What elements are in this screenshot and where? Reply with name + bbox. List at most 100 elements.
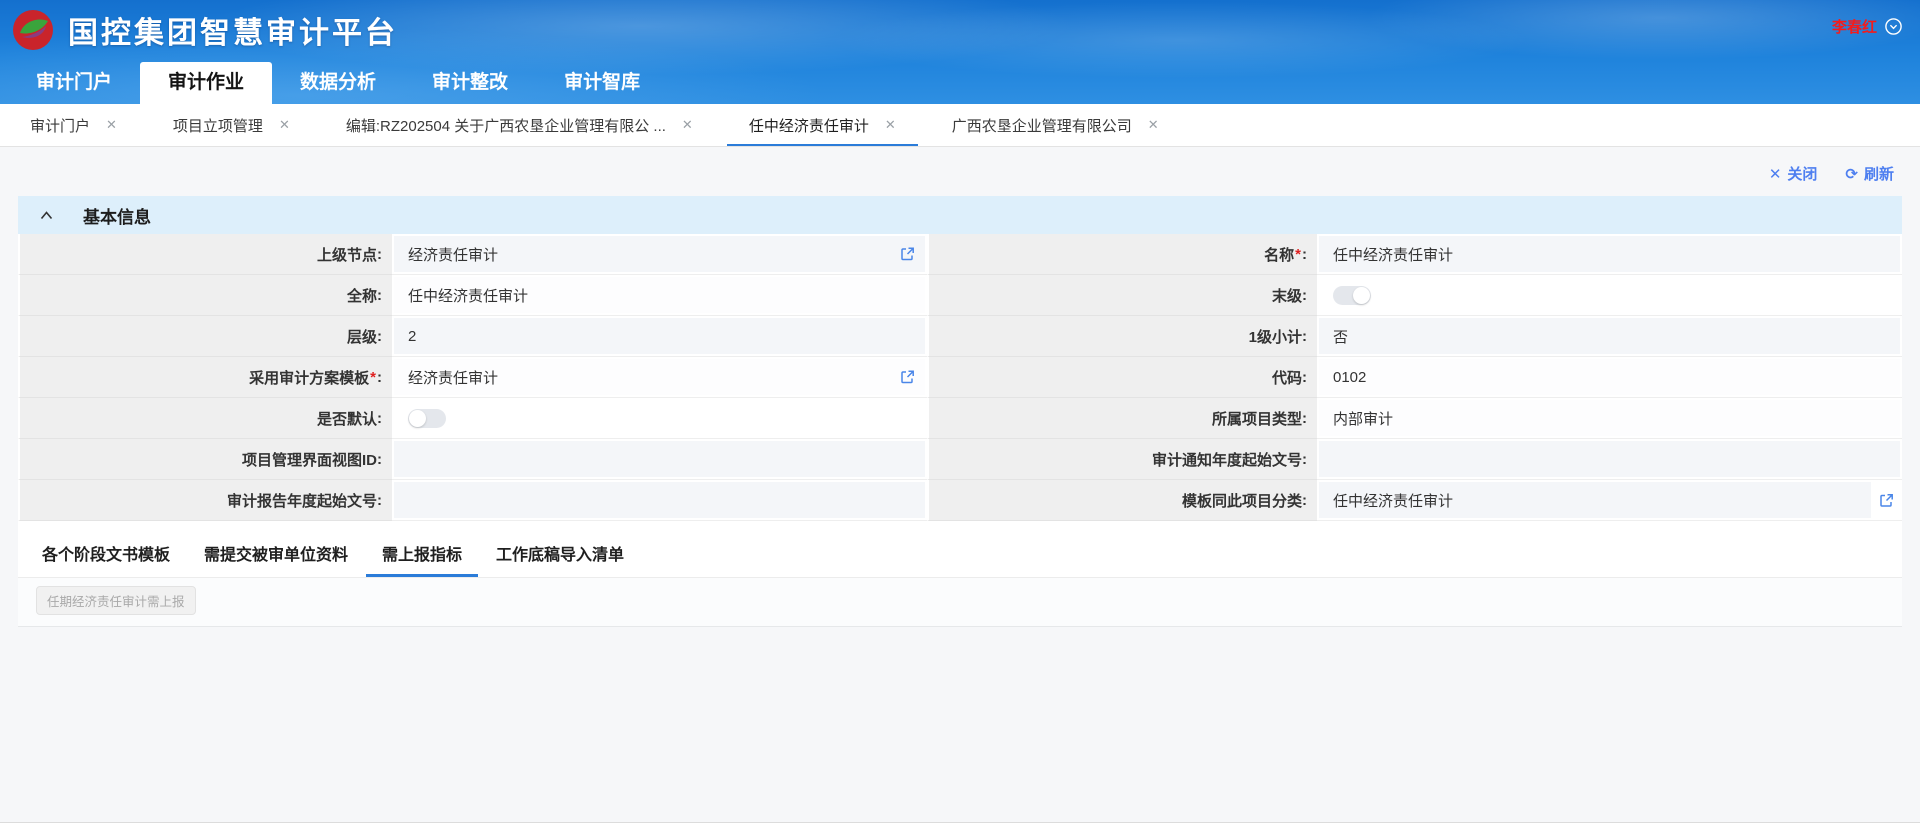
form-input[interactable]: 否 — [1319, 318, 1900, 354]
form-label: 审计报告年度起始文号: — [18, 480, 392, 521]
form-value-cell — [1317, 275, 1902, 316]
form-input-value: 任中经济责任审计 — [1333, 490, 1453, 511]
form-label: 全称: — [18, 275, 392, 316]
user-name: 李春红 — [1832, 16, 1877, 37]
tab-close-icon[interactable]: ✕ — [682, 117, 693, 133]
footer-strip — [0, 822, 1920, 839]
tab-close-icon[interactable]: ✕ — [106, 117, 117, 133]
form-input-value: 内部审计 — [1333, 408, 1393, 429]
basic-info-form: 上级节点:经济责任审计名称*:任中经济责任审计全称:任中经济责任审计末级:层级:… — [18, 234, 1902, 521]
brand: 国控集团智慧审计平台 — [12, 8, 398, 52]
basic-info-section-header[interactable]: 基本信息 — [18, 196, 1902, 234]
form-input-value: 任中经济责任审计 — [1333, 244, 1453, 265]
form-value-cell — [392, 480, 927, 521]
detail-subtabs: 各个阶段文书模板需提交被审单位资料需上报指标工作底稿导入清单 — [18, 534, 1902, 578]
report-indicator-chip[interactable]: 任期经济责任审计需上报 — [36, 586, 196, 615]
open-tab-1[interactable]: 项目立项管理✕ — [145, 104, 318, 146]
close-icon: ✕ — [1769, 165, 1782, 183]
toggle-switch[interactable] — [1333, 286, 1371, 305]
tab-label: 编辑:RZ202504 关于广西农垦企业管理有限公 ... — [346, 115, 666, 136]
form-value-cell: 任中经济责任审计 — [392, 275, 927, 316]
tab-close-icon[interactable]: ✕ — [279, 117, 290, 133]
form-subtabs-spacer — [18, 521, 1902, 534]
user-menu[interactable]: 李春红 — [1832, 16, 1902, 37]
subtab-content-row: 任期经济责任审计需上报 — [18, 578, 1902, 627]
external-link-icon[interactable] — [1879, 493, 1894, 508]
main-nav: 审计门户审计作业数据分析审计整改审计智库 — [8, 62, 668, 104]
form-label: 采用审计方案模板*: — [18, 357, 392, 398]
tab-label: 任中经济责任审计 — [749, 115, 869, 136]
nav-item-1[interactable]: 审计作业 — [140, 62, 272, 104]
close-label: 关闭 — [1787, 163, 1817, 184]
subtab-2[interactable]: 需上报指标 — [370, 534, 474, 577]
external-link-icon[interactable] — [900, 247, 915, 262]
form-value-cell — [392, 439, 927, 480]
form-value-cell: 任中经济责任审计 — [1317, 234, 1902, 275]
tab-label: 广西农垦企业管理有限公司 — [952, 115, 1132, 136]
form-value-cell — [1317, 439, 1902, 480]
form-input[interactable]: 经济责任审计 — [394, 236, 925, 272]
form-label: 审计通知年度起始文号: — [927, 439, 1317, 480]
refresh-label: 刷新 — [1864, 163, 1894, 184]
form-input[interactable]: 内部审计 — [1319, 400, 1900, 436]
form-input[interactable]: 0102 — [1319, 359, 1900, 395]
page-title: 国控集团智慧审计平台 — [68, 8, 398, 52]
form-label: 是否默认: — [18, 398, 392, 439]
nav-item-2[interactable]: 数据分析 — [272, 62, 404, 104]
form-value-cell: 经济责任审计 — [392, 234, 927, 275]
form-input-value: 0102 — [1333, 369, 1366, 386]
app-logo-icon — [12, 9, 54, 51]
form-input[interactable]: 任中经济责任审计 — [1319, 482, 1871, 518]
open-tab-0[interactable]: 审计门户 ✕ — [2, 104, 145, 146]
chevron-down-icon — [1885, 18, 1902, 35]
form-input[interactable] — [394, 482, 925, 518]
form-label: 1级小计: — [927, 316, 1317, 357]
form-input[interactable] — [394, 441, 925, 477]
nav-item-4[interactable]: 审计智库 — [536, 62, 668, 104]
form-label: 末级: — [927, 275, 1317, 316]
form-value-cell: 否 — [1317, 316, 1902, 357]
chevron-up-icon — [40, 211, 53, 220]
subtab-1[interactable]: 需提交被审单位资料 — [192, 534, 360, 577]
form-value-cell: 经济责任审计 — [392, 357, 927, 398]
external-link-icon[interactable] — [900, 370, 915, 385]
open-tabs-bar: 审计门户✕项目立项管理✕编辑:RZ202504 关于广西农垦企业管理有限公 ..… — [0, 104, 1920, 147]
open-tab-2[interactable]: 编辑:RZ202504 关于广西农垦企业管理有限公 ... ✕ — [318, 104, 721, 146]
form-label: 层级: — [18, 316, 392, 357]
form-input-value: 经济责任审计 — [408, 367, 498, 388]
refresh-icon: ⟳ — [1845, 165, 1858, 183]
form-value-cell: 2 — [392, 316, 927, 357]
app-header: 国控集团智慧审计平台 李春红 审计门户审计作业数据分析审计整改审计智库 — [0, 0, 1920, 104]
tab-label: 审计门户 — [30, 115, 90, 136]
basic-info-panel: 基本信息 上级节点:经济责任审计名称*:任中经济责任审计全称:任中经济责任审计末… — [18, 196, 1902, 627]
subtab-0[interactable]: 各个阶段文书模板 — [30, 534, 182, 577]
form-input-value: 否 — [1333, 326, 1348, 347]
form-input[interactable]: 任中经济责任审计 — [1319, 236, 1900, 272]
form-input-value: 2 — [408, 328, 416, 345]
form-label: 所属项目类型: — [927, 398, 1317, 439]
form-value-cell — [392, 398, 927, 439]
form-label: 名称*: — [927, 234, 1317, 275]
tab-close-icon[interactable]: ✕ — [885, 117, 896, 133]
nav-item-3[interactable]: 审计整改 — [404, 62, 536, 104]
form-value-cell: 0102 — [1317, 357, 1902, 398]
toggle-knob — [1353, 287, 1370, 304]
required-asterisk: * — [370, 369, 376, 386]
form-input[interactable] — [1319, 441, 1900, 477]
refresh-page-button[interactable]: ⟳ 刷新 — [1845, 163, 1894, 184]
tab-close-icon[interactable]: ✕ — [1148, 117, 1159, 133]
form-input[interactable]: 2 — [394, 318, 925, 354]
nav-item-0[interactable]: 审计门户 — [8, 62, 140, 104]
form-input[interactable]: 任中经济责任审计 — [394, 277, 925, 313]
toggle-switch[interactable] — [408, 409, 446, 428]
required-asterisk: * — [1295, 246, 1301, 263]
form-input[interactable]: 经济责任审计 — [394, 359, 925, 395]
close-page-button[interactable]: ✕ 关闭 — [1769, 163, 1818, 184]
section-title: 基本信息 — [83, 203, 151, 228]
open-tab-4[interactable]: 广西农垦企业管理有限公司 ✕ — [924, 104, 1187, 146]
form-value-cell: 内部审计 — [1317, 398, 1902, 439]
open-tab-3[interactable]: 任中经济责任审计 ✕ — [721, 104, 924, 146]
subtab-3[interactable]: 工作底稿导入清单 — [484, 534, 636, 577]
page-toolbar: ✕ 关闭 ⟳ 刷新 — [0, 147, 1920, 196]
form-label: 模板同此项目分类: — [927, 480, 1317, 521]
